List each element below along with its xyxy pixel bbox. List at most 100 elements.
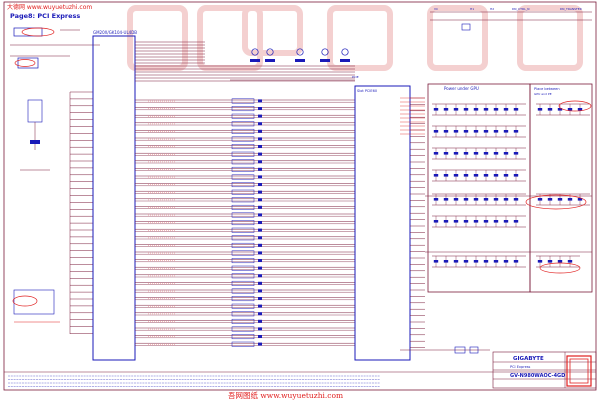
ac-cap-mark <box>258 327 262 331</box>
ac-cap-mark <box>258 243 262 247</box>
decoupling-cap <box>443 198 449 201</box>
decoupling-cap <box>537 108 543 111</box>
decoupling-cap <box>557 198 563 201</box>
decoupling-cap <box>473 198 479 201</box>
decoupling-cap <box>433 130 439 133</box>
gpu-part-label: GM20X/GK104-UL4DB <box>93 30 137 35</box>
slot-ic-label: Slot PCIE60 <box>357 89 377 93</box>
ac-cap-mark <box>258 297 262 300</box>
slot-ic-note: PCIE <box>352 75 359 79</box>
decoupling-cap <box>443 174 449 177</box>
decoupling-cap <box>493 198 499 201</box>
decoupling-cap <box>433 174 439 177</box>
ac-cap-mark <box>258 145 262 148</box>
decoupling-cap <box>443 108 449 111</box>
ac-cap-mark <box>258 160 262 164</box>
transistor-resistor <box>340 59 350 62</box>
decoupling-cap <box>443 260 449 263</box>
schematic-sheet: 大德网 www.wuyuetuzhi.com Page8: PCI Expres… <box>0 0 600 400</box>
place-between-label: Place between <box>534 87 560 91</box>
ac-cap-mark <box>258 213 262 217</box>
top-stamp: 大德网 www.wuyuetuzhi.com <box>7 3 92 11</box>
top-right-header-1: H1 <box>470 7 474 11</box>
decoupling-cap <box>483 130 489 133</box>
decoupling-cap <box>443 220 449 223</box>
ac-cap-mark <box>258 221 262 224</box>
top-right-header-3: DN_CTRL_N <box>512 7 529 11</box>
decoupling-cap <box>503 198 509 201</box>
decoupling-cap <box>453 152 459 155</box>
decoupling-cap <box>463 152 469 155</box>
decoupling-cap <box>513 130 519 133</box>
decoupling-cap <box>493 152 499 155</box>
decoupling-cap <box>453 260 459 263</box>
decoupling-cap <box>483 174 489 177</box>
decoupling-cap <box>513 198 519 201</box>
decoupling-cap <box>513 108 519 111</box>
ac-cap-mark <box>258 236 262 240</box>
decoupling-cap <box>483 108 489 111</box>
transistor-resistor <box>250 59 260 62</box>
decoupling-cap <box>513 220 519 223</box>
decoupling-cap <box>433 220 439 223</box>
decoupling-cap <box>577 108 583 111</box>
decoupling-cap <box>453 174 459 177</box>
decoupling-cap <box>433 260 439 263</box>
ac-cap-mark <box>258 183 262 186</box>
decoupling-cap <box>473 220 479 223</box>
decoupling-cap <box>557 260 563 263</box>
ac-cap-mark <box>258 281 262 285</box>
power-under-gpu-label: Power under GPU <box>444 86 479 91</box>
decoupling-cap <box>463 220 469 223</box>
bottom-watermark: 吾网图纸 www.wuyuetuzhi.com <box>228 390 343 400</box>
ac-cap-mark <box>258 335 262 338</box>
decoupling-cap <box>503 260 509 263</box>
decoupling-cap <box>443 130 449 133</box>
ac-cap-mark <box>258 228 262 232</box>
decoupling-cap <box>513 260 519 263</box>
decoupling-cap <box>513 174 519 177</box>
decoupling-cap <box>433 108 439 111</box>
ac-cap-mark <box>258 319 262 323</box>
ac-cap-mark <box>258 107 262 110</box>
decoupling-cap <box>453 108 459 111</box>
decoupling-cap <box>547 260 553 263</box>
transistor-resistor <box>295 59 305 62</box>
decoupling-cap <box>453 130 459 133</box>
decoupling-cap <box>463 198 469 201</box>
decoupling-cap <box>493 220 499 223</box>
top-right-header-0: VC <box>434 7 438 11</box>
decoupling-cap <box>483 260 489 263</box>
transistor-resistor <box>265 59 275 62</box>
decoupling-cap <box>443 152 449 155</box>
ac-cap-mark <box>258 99 262 103</box>
ac-cap-mark <box>258 266 262 270</box>
decoupling-cap <box>463 130 469 133</box>
decoupling-cap <box>483 152 489 155</box>
ac-cap-mark <box>258 304 262 308</box>
ac-cap-mark <box>258 259 262 262</box>
ac-cap-mark <box>258 137 262 141</box>
decoupling-cap <box>567 108 573 111</box>
decoupling-cap <box>473 130 479 133</box>
top-right-header-2: H2 <box>490 7 494 11</box>
decoupling-cap <box>473 108 479 111</box>
decoupling-cap <box>453 198 459 201</box>
decoupling-cap <box>503 130 509 133</box>
ac-cap-mark <box>258 152 262 156</box>
ac-cap-mark <box>258 122 262 126</box>
decoupling-cap <box>503 108 509 111</box>
decoupling-cap <box>453 220 459 223</box>
ac-cap-mark <box>258 274 262 278</box>
decoupling-cap <box>433 198 439 201</box>
decoupling-cap <box>473 174 479 177</box>
decoupling-cap <box>567 260 573 263</box>
decoupling-cap <box>537 260 543 263</box>
ac-cap-mark <box>258 129 262 133</box>
ac-cap-mark <box>258 114 262 118</box>
decoupling-cap <box>433 152 439 155</box>
ac-cap-mark <box>258 342 262 346</box>
decoupling-cap <box>537 198 543 201</box>
title-block-doc-no: GV-N980WAOC-4GD <box>510 373 565 379</box>
place-between-sub: GPU and PE <box>534 92 552 96</box>
